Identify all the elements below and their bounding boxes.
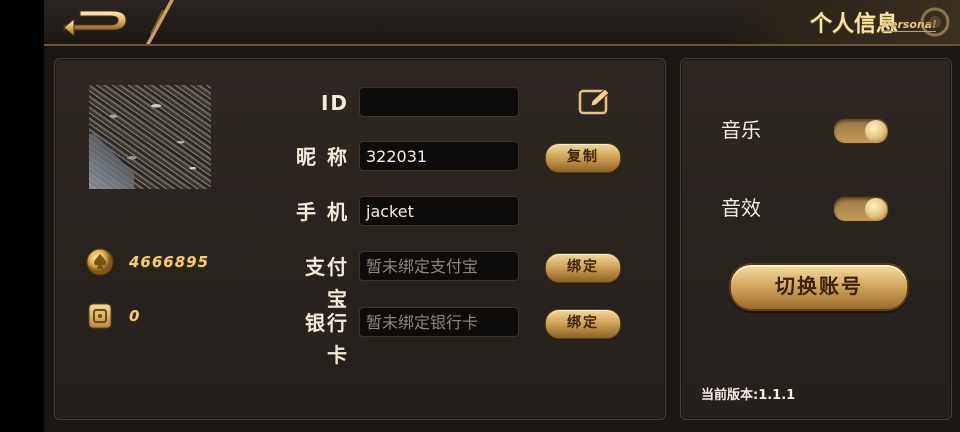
music-toggle[interactable] [833,118,889,144]
id-label: ID [320,91,349,115]
back-arrow-icon[interactable] [60,6,136,36]
sfx-setting: 音效 [721,193,931,223]
game-screen: 个人信息 Personal 4666895 0 ID 昵 称 322031 复制… [44,0,960,432]
avatar[interactable] [89,85,211,189]
id-field[interactable] [359,87,519,117]
nickname-label: 昵 称 [296,145,349,169]
music-label: 音乐 [721,118,761,142]
phone-label: 手 机 [296,200,349,224]
alipay-label: 支付宝 [305,255,349,311]
bind-alipay-button[interactable]: 绑定 [545,253,621,283]
room-card-icon [88,303,112,329]
card-amount: 0 [129,307,141,325]
sfx-toggle-knob [865,198,887,220]
gold-amount: 4666895 [129,253,210,271]
decorative-slash-icon [146,0,174,44]
copy-button[interactable]: 复制 [545,143,621,173]
switch-account-button[interactable]: 切换账号 [729,263,909,311]
top-bar: 个人信息 Personal [44,0,960,46]
gold-stat: 4666895 [85,247,209,277]
settings-panel: 音乐 音效 切换账号 当前版本:1.1.1 [680,58,952,420]
bankcard-field[interactable]: 暂未绑定银行卡 [359,307,519,337]
poker-chip-deco-icon [920,7,950,37]
card-stat: 0 [85,301,140,331]
music-toggle-knob [865,120,887,142]
gold-coin-icon [86,248,114,276]
nickname-field[interactable]: 322031 [359,141,519,171]
bind-bankcard-button[interactable]: 绑定 [545,309,621,339]
alipay-field[interactable]: 暂未绑定支付宝 [359,251,519,281]
version-text: 当前版本:1.1.1 [701,388,796,403]
phone-field[interactable]: jacket [359,196,519,226]
title-plate: 个人信息 Personal [720,0,960,44]
profile-panel: 4666895 0 ID 昵 称 322031 复制 手 机 jacket 支付… [54,58,666,420]
sfx-toggle[interactable] [833,196,889,222]
bankcard-label: 银行卡 [305,311,349,367]
music-setting: 音乐 [721,115,931,145]
sfx-label: 音效 [721,196,761,220]
edit-icon[interactable] [577,87,613,117]
